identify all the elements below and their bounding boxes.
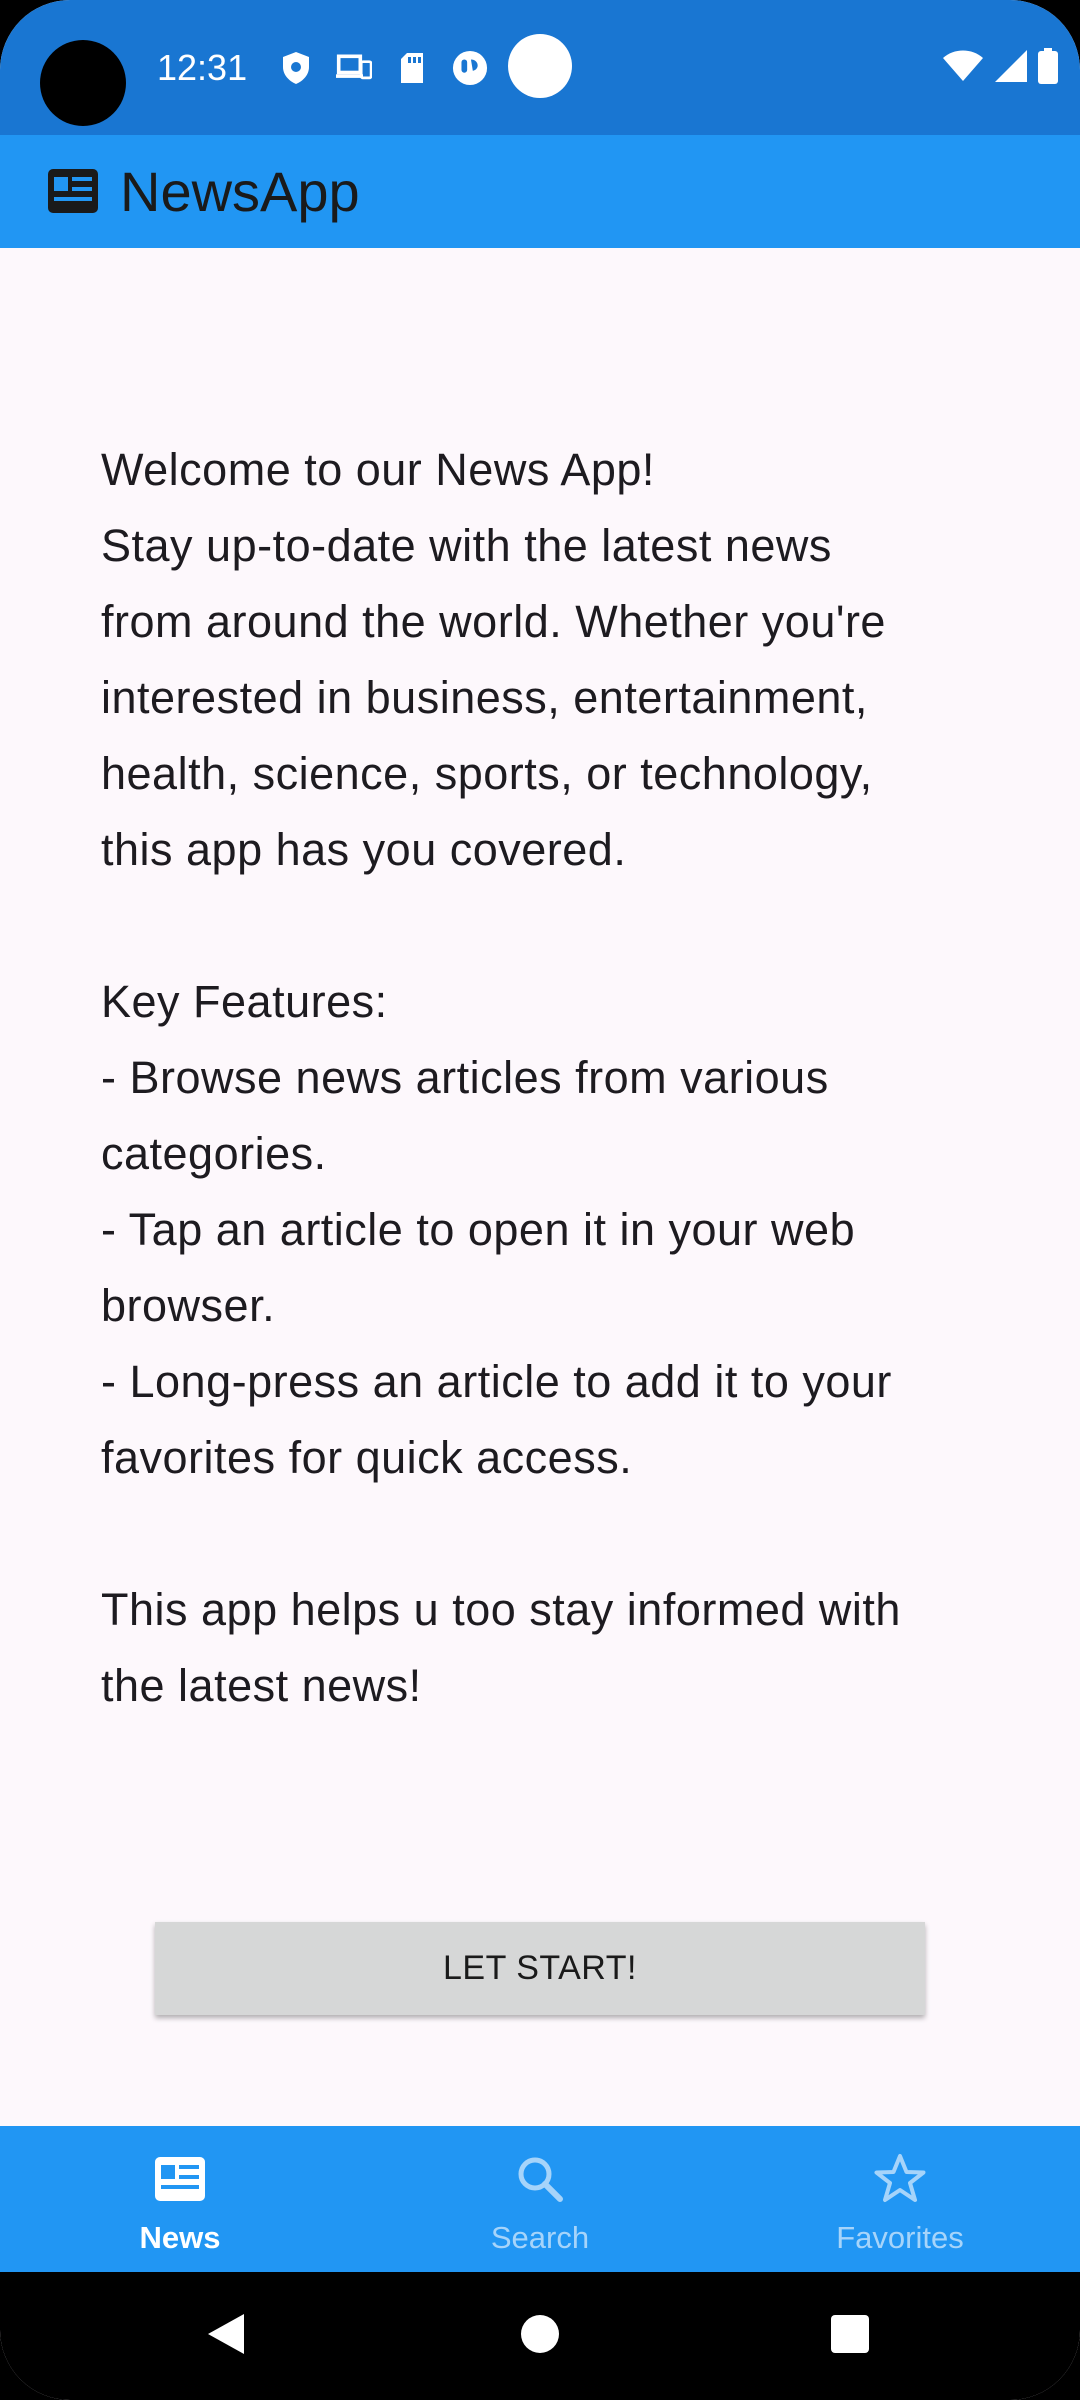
wifi-icon [942, 50, 984, 87]
closing-line: the latest news! [101, 1660, 422, 1711]
welcome-line: Welcome to our News App! [101, 444, 655, 495]
intro-line: Stay up-to-date with the latest news [101, 520, 832, 571]
closing-line: This app helps u too stay informed with [101, 1584, 901, 1635]
battery-icon [1038, 48, 1058, 89]
newspaper-icon [46, 167, 100, 215]
features-heading: Key Features: [101, 976, 388, 1027]
app-notification-icon [452, 50, 488, 86]
cell-signal-icon [994, 49, 1028, 88]
nav-label: Search [490, 2220, 590, 2255]
app-title: NewsApp [120, 160, 360, 223]
intro-line: from around the world. Whether you're [101, 596, 886, 647]
feature-line: - Long-press an article to add it to you… [101, 1356, 892, 1407]
newspaper-icon [150, 2152, 210, 2206]
feature-line: - Tap an article to open it in your web [101, 1204, 856, 1255]
shield-icon [278, 50, 314, 86]
let-start-button[interactable]: LET START! [155, 1922, 925, 2015]
sd-card-icon [394, 50, 430, 86]
welcome-text: Welcome to our News App! Stay up-to-date… [101, 432, 1001, 1724]
camera-cutout [40, 40, 126, 126]
nav-label: News [139, 2220, 221, 2255]
nav-item-news[interactable]: News [0, 2126, 360, 2272]
search-icon [510, 2152, 570, 2206]
status-indicator-dot [508, 34, 572, 98]
app-bar: NewsApp [0, 135, 1080, 248]
home-circle-icon [520, 2314, 560, 2359]
star-icon [870, 2152, 930, 2206]
phone-screen: 12:31 NewsApp Welcome to our News App! S… [0, 0, 1080, 2400]
feature-line: categories. [101, 1128, 327, 1179]
status-notification-icons [278, 50, 488, 86]
back-button[interactable] [166, 2272, 286, 2400]
system-navigation-bar [0, 2272, 1080, 2400]
devices-icon [336, 50, 372, 86]
status-time: 12:31 [157, 47, 248, 88]
recents-button[interactable] [790, 2272, 910, 2400]
bottom-navigation: News Search Favorites [0, 2126, 1080, 2272]
recents-square-icon [830, 2314, 870, 2359]
home-button[interactable] [480, 2272, 600, 2400]
feature-line: browser. [101, 1280, 276, 1331]
back-triangle-icon [206, 2312, 246, 2361]
nav-item-search[interactable]: Search [360, 2126, 720, 2272]
status-bar: 12:31 [0, 0, 1080, 135]
intro-line: health, science, sports, or technology, [101, 748, 873, 799]
nav-label: Favorites [836, 2220, 964, 2255]
intro-line: interested in business, entertainment, [101, 672, 868, 723]
status-system-icons [942, 48, 1058, 89]
intro-line: this app has you covered. [101, 824, 627, 875]
feature-line: - Browse news articles from various [101, 1052, 829, 1103]
feature-line: favorites for quick access. [101, 1432, 633, 1483]
nav-item-favorites[interactable]: Favorites [720, 2126, 1080, 2272]
